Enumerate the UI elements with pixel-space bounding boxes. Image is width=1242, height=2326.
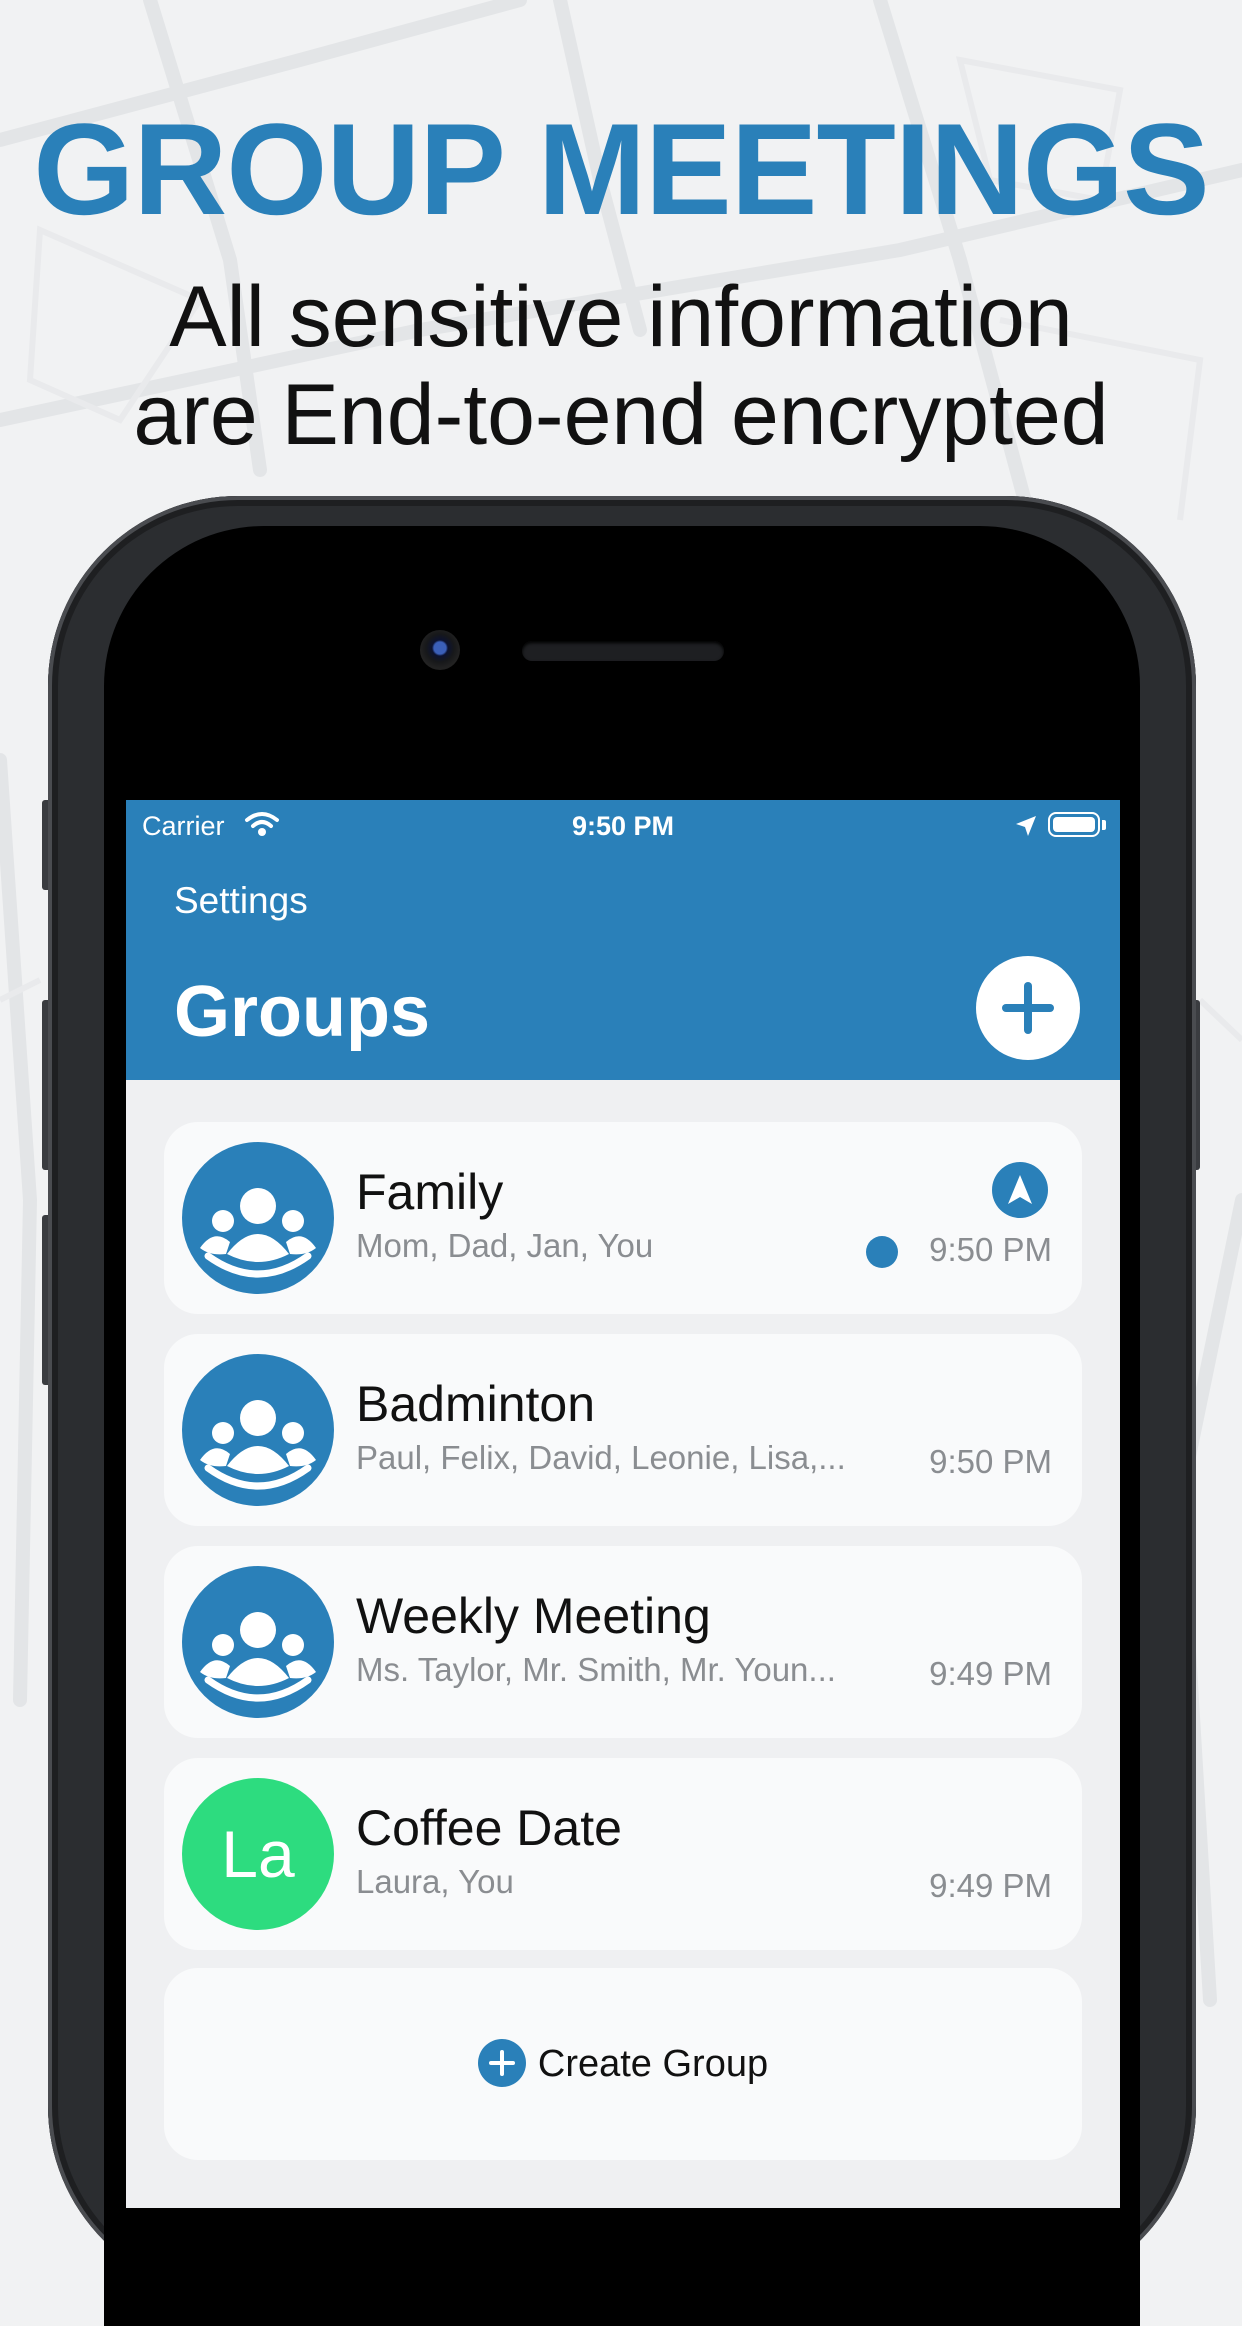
group-icon [182,1566,334,1718]
group-time: 9:49 PM [929,1867,1052,1904]
battery-tip [1102,820,1106,830]
create-group-content: Create Group [164,2038,1082,2090]
group-name: Badminton [356,1376,596,1432]
group-icon [182,1142,334,1294]
front-camera [420,630,460,670]
initials-avatar: La [182,1778,334,1930]
earpiece-speaker [522,641,724,661]
group-name: Weekly Meeting [356,1588,711,1644]
group-card-coffee-date[interactable]: La Coffee Date Laura, You 9:49 PM [164,1758,1082,1950]
group-members: Laura, You [356,1863,514,1900]
app-screen: Carrier 9:50 PM Settings Groups Family M… [126,800,1120,2208]
page-title: Groups [174,972,431,1052]
group-members: Ms. Taylor, Mr. Smith, Mr. Youn... [356,1651,836,1688]
plus-circle-icon [477,2038,526,2087]
group-card-badminton[interactable]: Badminton Paul, Felix, David, Leonie, Li… [164,1334,1082,1526]
group-time: 9:50 PM [929,1443,1052,1480]
group-members: Mom, Dad, Jan, You [356,1227,654,1264]
group-members: Paul, Felix, David, Leonie, Lisa,... [356,1439,846,1476]
battery-icon [1048,812,1100,837]
create-group-button[interactable]: Create Group [164,1968,1082,2160]
promo-title: GROUP MEETINGS [33,96,1209,242]
settings-back-button[interactable]: Settings [174,880,308,922]
group-name: Family [356,1164,504,1220]
add-group-button[interactable] [976,956,1080,1060]
status-time: 9:50 PM [571,811,675,841]
promo-subtitle-line2: are End-to-end encrypted [133,367,1109,463]
group-card-family[interactable]: Family Mom, Dad, Jan, You 9:50 PM [164,1122,1082,1314]
promo-subtitle-line1: All sensitive information [169,269,1073,365]
group-time: 9:49 PM [929,1655,1052,1692]
status-bar: Carrier 9:50 PM [126,800,1120,850]
group-name: Coffee Date [356,1800,622,1856]
create-group-label: Create Group [537,2043,769,2085]
unread-dot [866,1236,898,1268]
group-time: 9:50 PM [929,1231,1052,1268]
group-icon [182,1354,334,1506]
location-arrow-icon [1016,816,1036,836]
promo-subtitle: All sensitive information are End-to-end… [0,268,1242,464]
group-card-weekly-meeting[interactable]: Weekly Meeting Ms. Taylor, Mr. Smith, Mr… [164,1546,1082,1738]
navigation-bar: Carrier 9:50 PM Settings Groups [126,800,1120,1080]
navigation-arrow-icon [992,1162,1048,1218]
